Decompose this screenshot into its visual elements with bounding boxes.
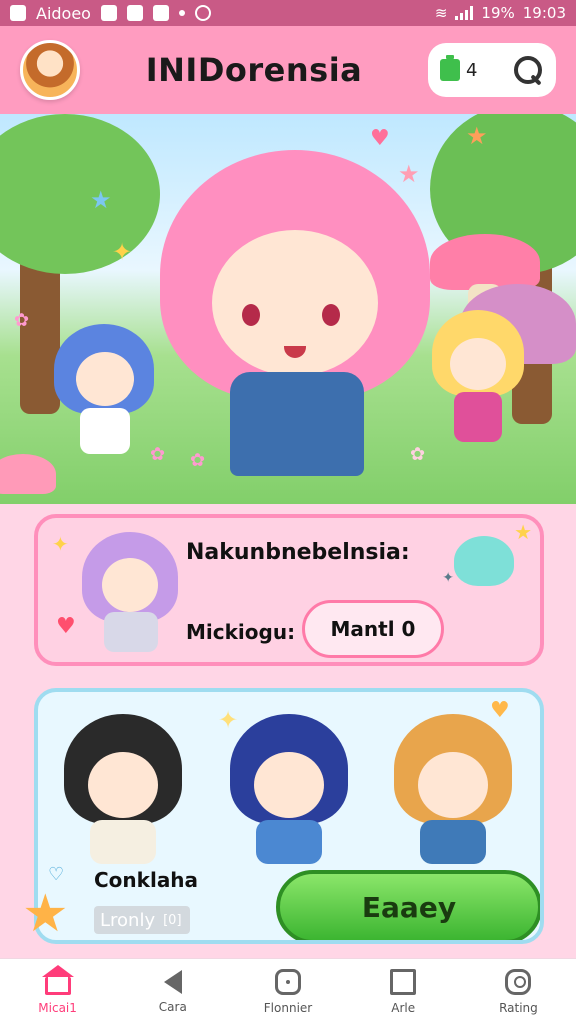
energy-count: 4 <box>466 59 478 81</box>
featured-card: ♥ ✦ Nakunbnebelnsia: Mickiogu: Mantl 0 ★… <box>34 514 544 666</box>
blue-hair-character <box>54 324 154 454</box>
nav-label: Arle <box>391 1000 416 1015</box>
status-app-label: Aidoeo <box>36 3 91 23</box>
energy-icon <box>440 55 460 81</box>
navy-hair-character <box>224 714 354 864</box>
nav-item-back[interactable]: Cara <box>115 959 230 1024</box>
nav-label: Micai1 <box>38 1000 77 1015</box>
star-icon: ★ <box>514 520 532 544</box>
heart-icon: ♥ <box>56 614 76 639</box>
orange-hair-character <box>388 714 518 864</box>
bottom-nav: Micai1 Cara Flonnier Arle Rating <box>0 958 576 1024</box>
nav-item-rating[interactable]: Rating <box>461 959 576 1024</box>
heart-icon: ♥ <box>490 698 510 723</box>
status-bar: Aidoeo ≋ 19% 19:03 <box>0 0 576 26</box>
dot-icon <box>178 10 185 16</box>
team-card: ♥ ✦ ♡ Conklaha Lronly [0] Eaaey <box>34 688 544 944</box>
star-icon: ★ <box>466 122 488 150</box>
sparkle-icon: ✦ <box>442 570 454 586</box>
pill-icon: [0] <box>163 912 182 928</box>
team-action-button[interactable]: Eaaey <box>276 870 540 940</box>
nav-item-recents[interactable]: Arle <box>346 959 461 1024</box>
home-icon <box>41 964 74 995</box>
header-actions: 4 <box>428 43 556 97</box>
featured-name: Nakunbnebelnsia: <box>186 540 410 565</box>
settings-icon <box>126 5 143 21</box>
picture-icon <box>152 5 169 21</box>
team-pill-label: Lronly <box>100 909 156 931</box>
blonde-character <box>432 310 524 450</box>
wifi-icon: ≋ <box>434 4 448 22</box>
nav-label: Cara <box>158 999 187 1014</box>
star-icon: ✦ <box>218 706 239 734</box>
nav-item-home-button[interactable]: Flonnier <box>230 959 345 1024</box>
slime-icon <box>454 536 514 586</box>
heart-icon: ♥ <box>370 126 390 151</box>
circle-icon <box>275 968 301 995</box>
team-pill: Lronly [0] <box>94 906 190 934</box>
hero-banner: ♥ ★ ★ ✦ ★ ✿ ✿ ✿ ✿ <box>0 114 576 504</box>
battery-label: 19% <box>481 4 515 22</box>
nav-item-home[interactable]: Micai1 <box>0 959 115 1024</box>
app-icon <box>10 5 26 21</box>
star-icon: ✦ <box>112 238 133 266</box>
lilac-character <box>78 524 188 654</box>
app-header: INIDorensia 4 <box>0 26 576 114</box>
status-time: 19:03 <box>522 4 566 22</box>
nav-label: Flonnier <box>263 1000 313 1015</box>
star-icon: ★ <box>90 186 112 214</box>
record-icon <box>194 5 211 21</box>
signal-icon <box>455 6 474 20</box>
featured-action-button[interactable]: Mantl 0 <box>302 600 444 658</box>
featured-subtitle: Mickiogu: <box>186 620 296 644</box>
dark-hair-character <box>58 714 188 864</box>
person-icon <box>505 968 532 995</box>
heart-icon: ♡ <box>48 864 65 885</box>
square-icon <box>390 968 417 995</box>
page-title: INIDorensia <box>145 51 363 89</box>
star-mascot-icon: ★ <box>22 884 69 944</box>
back-icon <box>163 969 182 994</box>
search-icon[interactable] <box>512 54 544 86</box>
avatar[interactable] <box>20 40 80 100</box>
star-icon: ✦ <box>52 532 69 556</box>
nav-label: Rating <box>499 1000 538 1015</box>
image-icon <box>100 5 117 21</box>
flower-icon: ✿ <box>14 310 30 331</box>
hero-character <box>160 150 430 480</box>
team-label: Conklaha <box>94 868 199 892</box>
